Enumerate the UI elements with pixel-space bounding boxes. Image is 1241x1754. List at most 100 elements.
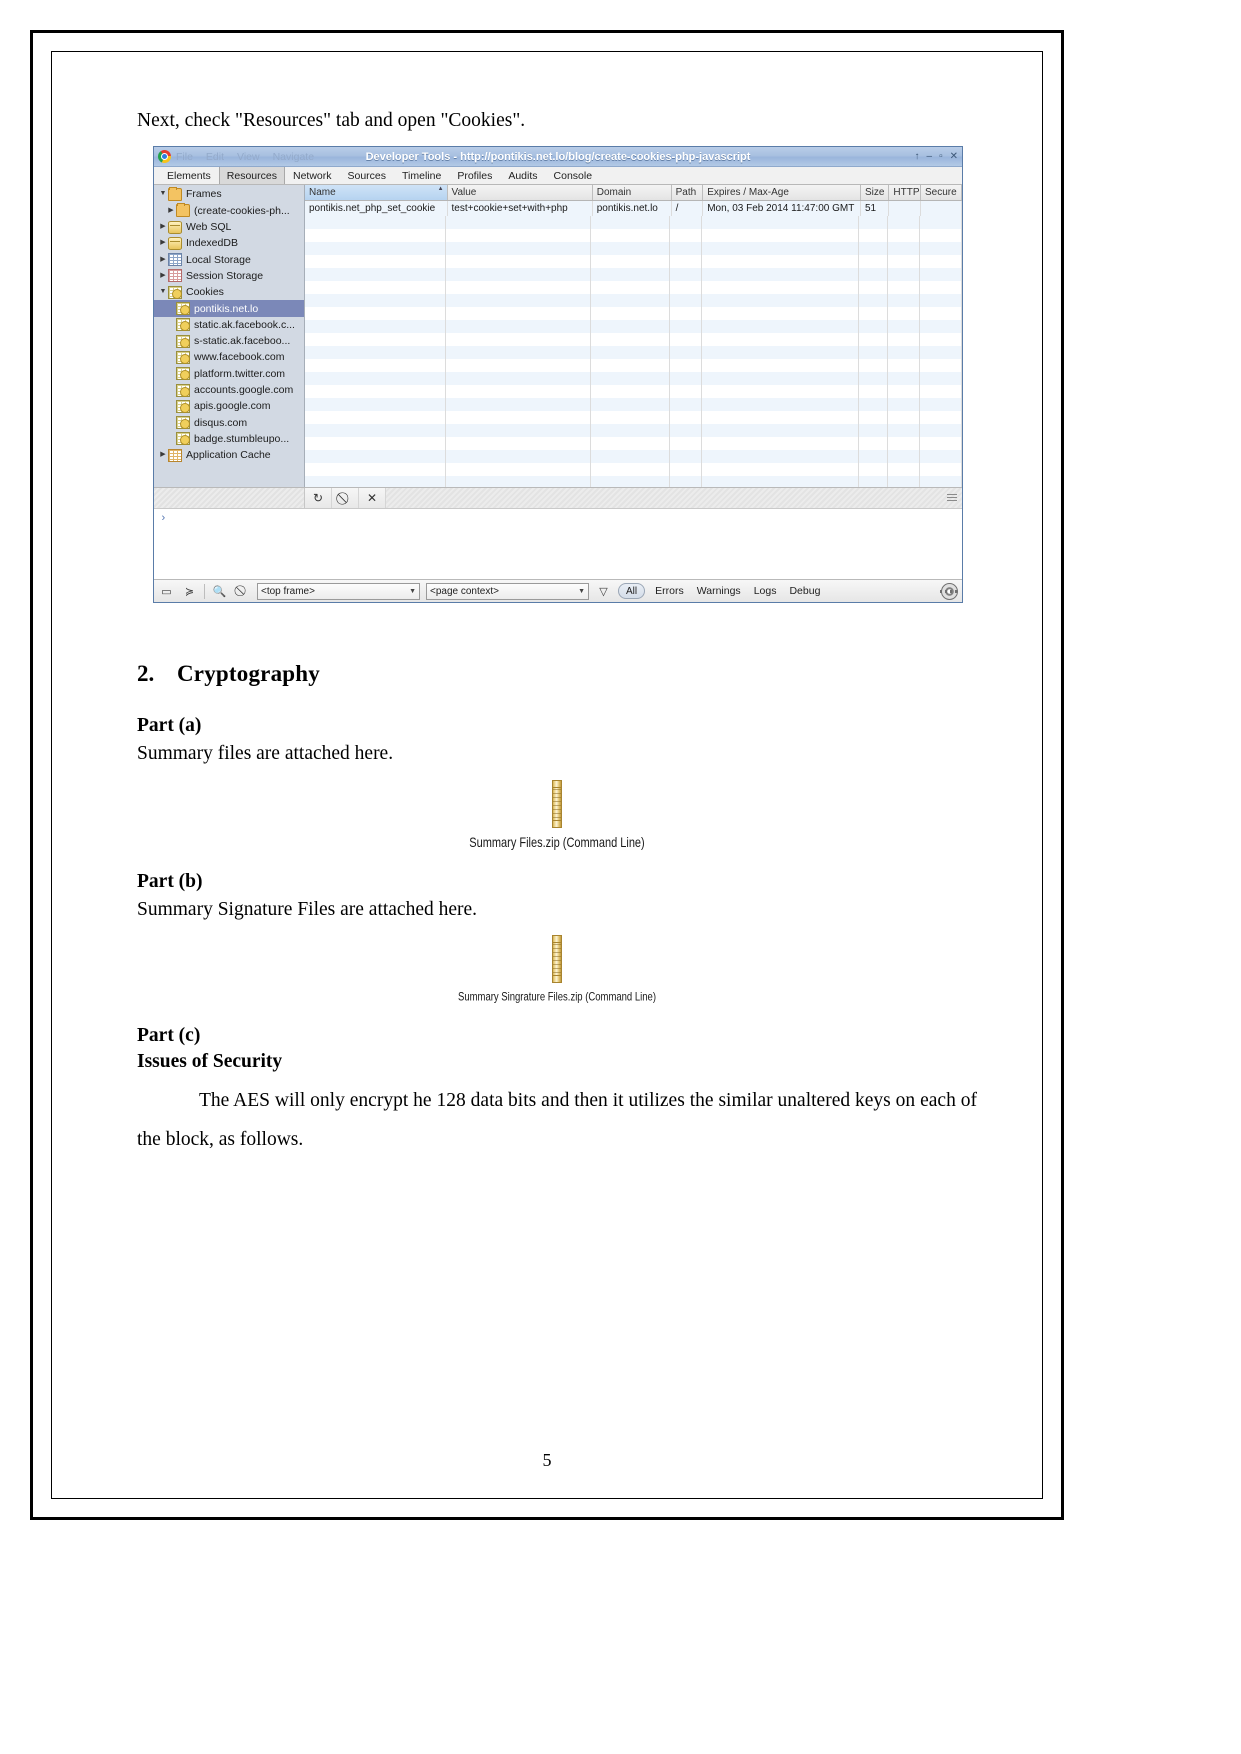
close-icon[interactable]: ✕ [950,151,958,162]
devtools-window-screenshot: File Edit View Navigate Developer Tools … [153,146,963,604]
tab-label: Sources [347,170,387,183]
column-header-size[interactable]: Size [860,185,890,202]
tree-item-frames[interactable]: ▼ Frames [154,186,304,202]
tree-item-session-storage[interactable]: ▶ Session Storage [154,268,304,284]
cookie-icon [176,318,190,332]
tab-label: Timeline [402,170,442,183]
tab-network[interactable]: Network [285,167,340,184]
show-console-icon[interactable]: ≽ [181,584,198,599]
minimize-icon[interactable]: – [927,151,933,162]
tree-item-local-storage[interactable]: ▶ Local Storage [154,252,304,268]
filter-errors[interactable]: Errors [655,585,684,597]
part-c-heading: Part (c) [137,1024,201,1046]
clear-all-button[interactable]: ⃠ [332,488,359,509]
part-b-block: Part (b) Summary Signature Files are att… [137,870,977,1005]
menu-item-view[interactable]: View [237,151,260,163]
tab-sources[interactable]: Sources [340,167,395,184]
filter-logs[interactable]: Logs [754,585,777,597]
tree-item-cookie-apis-google[interactable]: apis.google.com [154,398,304,414]
tab-console[interactable]: Console [546,167,601,184]
chevron-down-icon[interactable]: ▼ [158,284,168,300]
tree-item-web-sql[interactable]: ▶ Web SQL [154,219,304,235]
chrome-logo-icon [158,150,171,164]
attachment-b-caption: Summary Singrature Files.zip (Command Li… [458,990,656,1005]
page-number: 5 [542,1450,552,1470]
folder-icon [176,203,190,218]
tree-item-label: IndexedDB [186,237,238,250]
search-icon[interactable]: 🔍 [211,584,228,599]
resize-grip[interactable] [947,494,957,502]
dock-side-icon[interactable]: ▭ [158,584,175,599]
context-select[interactable]: <page context> ▼ [426,582,589,600]
clear-console-icon[interactable]: ⃠ [234,584,251,599]
column-header-http[interactable]: HTTP [888,185,921,202]
tab-timeline[interactable]: Timeline [394,167,449,184]
devtools-tabstrip: Elements Resources Network Sources Timel… [154,167,962,186]
database-icon [168,236,182,250]
tree-item-label: badge.stumbleupo... [194,432,290,445]
tree-item-label: s-static.ak.faceboo... [194,335,291,348]
column-header-name[interactable]: Name [305,185,448,202]
window-controls: ↑ – ▫ ✕ [915,147,959,166]
page-border-outer: Next, check "Resources" tab and open "Co… [30,30,1064,1520]
refresh-button[interactable]: ↻ [305,488,332,509]
tree-item-cookie-static-ak-facebook[interactable]: static.ak.facebook.c... [154,317,304,333]
context-select-value: <page context> [430,585,499,597]
menu-item-file[interactable]: File [176,151,193,163]
delete-cookie-button[interactable]: ✕ [359,488,386,509]
filter-debug[interactable]: Debug [789,585,820,597]
resources-tree[interactable]: ▼ Frames ▶ (create-cookies-ph... ▶ Web S… [154,185,305,488]
maximize-icon[interactable]: ▫ [939,151,943,162]
menu-item-edit[interactable]: Edit [206,151,224,163]
gear-icon[interactable] [940,582,959,600]
attachment-b[interactable]: Summary Singrature Files.zip (Command Li… [137,934,977,1005]
cookie-icon [176,367,190,381]
console-level-filters: Errors Warnings Logs Debug [655,585,820,597]
console-drawer[interactable]: › [154,508,962,580]
tree-item-cookie-s-static-ak-facebook[interactable]: s-static.ak.faceboo... [154,333,304,349]
tree-item-cookie-disqus[interactable]: disqus.com [154,414,304,430]
toolbar-right-spacer [386,488,962,509]
part-c-body: The AES will only encrypt he 128 data bi… [137,1089,977,1150]
chevron-right-icon[interactable]: ▶ [166,203,176,219]
intro-paragraph: Next, check "Resources" tab and open "Co… [137,110,526,131]
attachment-a[interactable]: Summary Files.zip (Command Line) [137,779,977,850]
tree-item-create-cookies-frame[interactable]: ▶ (create-cookies-ph... [154,203,304,219]
tab-elements[interactable]: Elements [159,167,219,184]
menu-item-navigate[interactable]: Navigate [273,151,314,163]
part-b-heading: Part (b) [137,870,203,892]
tree-item-cookie-platform-twitter[interactable]: platform.twitter.com [154,366,304,382]
tree-item-indexeddb[interactable]: ▶ IndexedDB [154,235,304,251]
filter-icon[interactable]: ▽ [595,584,612,599]
frame-select[interactable]: <top frame> ▼ [257,582,420,600]
column-header-expires[interactable]: Expires / Max-Age [702,185,861,202]
tree-item-cookie-pontikis[interactable]: pontikis.net.lo [154,300,304,317]
tree-item-cookies[interactable]: ▼ Cookies [154,284,304,300]
tree-item-application-cache[interactable]: ▶ Application Cache [154,447,304,463]
column-header-secure[interactable]: Secure [920,185,963,202]
tree-item-cookie-accounts-google[interactable]: accounts.google.com [154,382,304,398]
tree-item-cookie-www-facebook[interactable]: www.facebook.com [154,349,304,365]
cell-domain: pontikis.net.lo [592,200,672,217]
table-row[interactable]: pontikis.net_php_set_cookie test+cookie+… [305,200,963,217]
chevron-right-icon[interactable]: ▶ [158,235,168,251]
column-header-domain[interactable]: Domain [592,185,672,202]
column-header-path[interactable]: Path [671,185,704,202]
tree-item-label: accounts.google.com [194,384,294,397]
chevron-right-icon[interactable]: ▶ [158,252,168,268]
cookie-icon [176,302,190,316]
chevron-right-icon[interactable]: ▶ [158,219,168,235]
chevron-right-icon[interactable]: ▶ [158,268,168,284]
restore-up-icon[interactable]: ↑ [915,151,920,162]
tree-item-cookie-badge-stumbleupon[interactable]: badge.stumbleupo... [154,431,304,447]
chevron-right-icon[interactable]: ▶ [158,447,168,463]
filter-warnings[interactable]: Warnings [697,585,741,597]
chevron-down-icon[interactable]: ▼ [158,186,168,202]
section-number: 2. [137,661,155,687]
tab-profiles[interactable]: Profiles [449,167,500,184]
tab-resources[interactable]: Resources [218,167,285,185]
column-header-value[interactable]: Value [447,185,593,202]
filter-all-button[interactable]: All [618,583,646,600]
tab-audits[interactable]: Audits [500,167,545,184]
tree-item-label: (create-cookies-ph... [194,204,290,217]
